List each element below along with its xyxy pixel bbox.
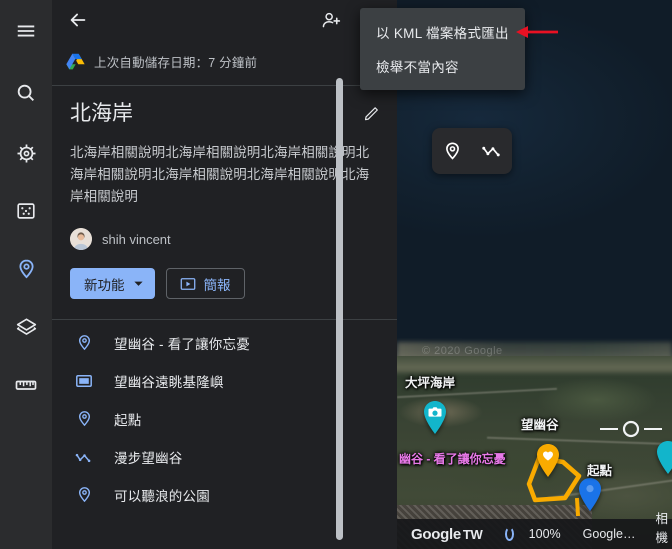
draw-line-icon[interactable]: [478, 137, 506, 165]
map-pin-icon: [74, 334, 94, 353]
layer-list: 望幽谷 - 看了讓你忘憂 望幽谷遠眺基隆嶼 起點 漫步望幽谷 可以聽浪的公園: [52, 320, 397, 514]
new-feature-button[interactable]: 新功能: [70, 268, 155, 299]
autosave-text: 上次自動儲存日期：7 分鐘前: [94, 56, 258, 70]
list-item[interactable]: 可以聽浪的公園: [52, 476, 397, 514]
camera-pin[interactable]: [422, 400, 448, 436]
map-details-panel: 上次自動儲存日期：7 分鐘前 北海岸 北海岸相關說明北海岸相關說明北海岸相關說明…: [52, 0, 397, 549]
google-drive-icon: [66, 53, 85, 70]
more-options-menu: 以 KML 檔案格式匯出 檢舉不當內容: [360, 8, 525, 90]
map-pin-icon: [74, 410, 94, 429]
page-title: 北海岸: [70, 102, 133, 125]
menu-icon[interactable]: [0, 0, 52, 62]
directions-icon[interactable]: [0, 124, 52, 182]
map-pin-icon: [74, 486, 94, 505]
google-link[interactable]: Google…: [583, 527, 636, 541]
map-info-section: 北海岸 北海岸相關說明北海岸相關說明北海岸相關說明北海岸相關說明北海岸相關說明北…: [52, 86, 397, 250]
loading-spinner-icon: [504, 527, 514, 541]
start-pin[interactable]: [577, 477, 603, 513]
zoom-level: 100%: [528, 527, 561, 541]
image-icon: [74, 372, 94, 390]
menu-item-report-content[interactable]: 檢舉不當內容: [360, 49, 525, 83]
list-item[interactable]: 漫步望幽谷: [52, 438, 397, 476]
map-copyright: © 2020 Google: [422, 345, 503, 357]
teal-pin[interactable]: [655, 440, 672, 476]
avatar: [70, 228, 92, 250]
present-play-icon: [180, 277, 195, 290]
google-logo: Google TW: [411, 525, 483, 543]
autosave-status: 上次自動儲存日期：7 分鐘前: [52, 40, 397, 86]
list-item-label: 起點: [114, 413, 142, 428]
present-label: 簡報: [203, 277, 231, 293]
list-item[interactable]: 起點: [52, 400, 397, 438]
panel-body: 上次自動儲存日期：7 分鐘前 北海岸 北海岸相關說明北海岸相關說明北海岸相關說明…: [52, 40, 397, 549]
list-item-label: 可以聽浪的公園: [114, 489, 210, 504]
owner-row: shih vincent: [70, 228, 379, 250]
add-marker-icon[interactable]: [0, 240, 52, 298]
list-item[interactable]: 望幽谷遠眺基隆嶼: [52, 362, 397, 400]
list-item-label: 望幽谷遠眺基隆嶼: [114, 375, 224, 390]
back-arrow-icon[interactable]: [58, 0, 98, 40]
action-button-row: 新功能 簡報: [52, 250, 397, 320]
map-floating-toolbar: [432, 128, 512, 174]
panel-header: [52, 0, 397, 40]
panel-scrollbar[interactable]: [336, 78, 343, 540]
measure-icon[interactable]: [0, 356, 52, 414]
list-item-label: 漫步望幽谷: [114, 451, 183, 466]
new-feature-label: 新功能: [84, 277, 125, 293]
add-collaborator-icon[interactable]: [311, 0, 351, 40]
left-icon-rail: [0, 0, 52, 549]
layers-icon[interactable]: [0, 298, 52, 356]
edit-pencil-icon[interactable]: [359, 100, 385, 126]
add-marker-icon[interactable]: [438, 137, 466, 165]
google-my-maps-app: © 2020 Google 大坪海岸 望幽谷 起點 幽谷 - 看了讓你忘憂 Go…: [0, 0, 672, 549]
present-button[interactable]: 簡報: [165, 268, 245, 299]
polyline-icon: [74, 450, 94, 465]
list-item[interactable]: 望幽谷 - 看了讓你忘憂: [52, 324, 397, 362]
owner-name: shih vincent: [102, 231, 171, 247]
chevron-down-icon: [133, 281, 143, 286]
select-area-icon[interactable]: [0, 182, 52, 240]
favorite-pin[interactable]: [535, 443, 561, 479]
terms-label[interactable]: 相機 :: [655, 508, 672, 549]
map-footer-bar: GoogleTW 100% Google… 相機 :: [397, 512, 672, 549]
menu-item-export-kml[interactable]: 以 KML 檔案格式匯出: [360, 15, 525, 49]
list-item-label: 望幽谷 - 看了讓你忘憂: [114, 337, 250, 352]
map-description: 北海岸相關說明北海岸相關說明北海岸相關說明北海岸相關說明北海岸相關說明北海岸相關…: [70, 145, 370, 204]
search-icon[interactable]: [0, 62, 52, 124]
